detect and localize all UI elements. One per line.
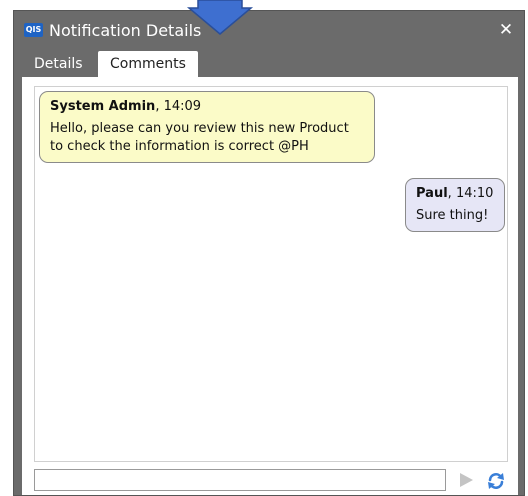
comment-author: System Admin (50, 99, 156, 114)
comment-thread[interactable]: System Admin, 14:09 Hello, please can yo… (34, 86, 508, 462)
pointer-arrow-icon (186, 0, 254, 35)
comment-bubble-paul: Paul, 14:10 Sure thing! (405, 178, 505, 232)
title-bar: QIS Notification Details ✕ (14, 11, 524, 51)
close-button[interactable]: ✕ (496, 19, 516, 41)
comment-composer (34, 469, 512, 493)
notification-details-window: QIS Notification Details ✕ Details Comme… (13, 10, 525, 496)
tab-comments[interactable]: Comments (98, 51, 198, 78)
comment-author: Paul (416, 186, 448, 201)
comment-time: 14:09 (163, 99, 202, 114)
comment-separator: , (447, 186, 456, 201)
comments-panel: System Admin, 14:09 Hello, please can yo… (22, 77, 518, 495)
comment-text: Sure thing! (416, 208, 489, 223)
window-title: Notification Details (49, 21, 202, 40)
comment-time: 14:10 (455, 186, 494, 201)
comment-separator: , (155, 99, 164, 114)
refresh-icon[interactable] (486, 471, 506, 491)
comment-text: Hello, please can you review this new Pr… (50, 121, 349, 154)
comment-input[interactable] (34, 469, 446, 491)
send-icon[interactable] (458, 472, 474, 488)
comment-bubble-system-admin: System Admin, 14:09 Hello, please can yo… (39, 91, 375, 163)
tab-details[interactable]: Details (22, 51, 95, 78)
comment-meta: Paul, 14:10 (416, 185, 494, 203)
app-logo: QIS (24, 23, 43, 37)
comment-meta: System Admin, 14:09 (50, 98, 364, 116)
